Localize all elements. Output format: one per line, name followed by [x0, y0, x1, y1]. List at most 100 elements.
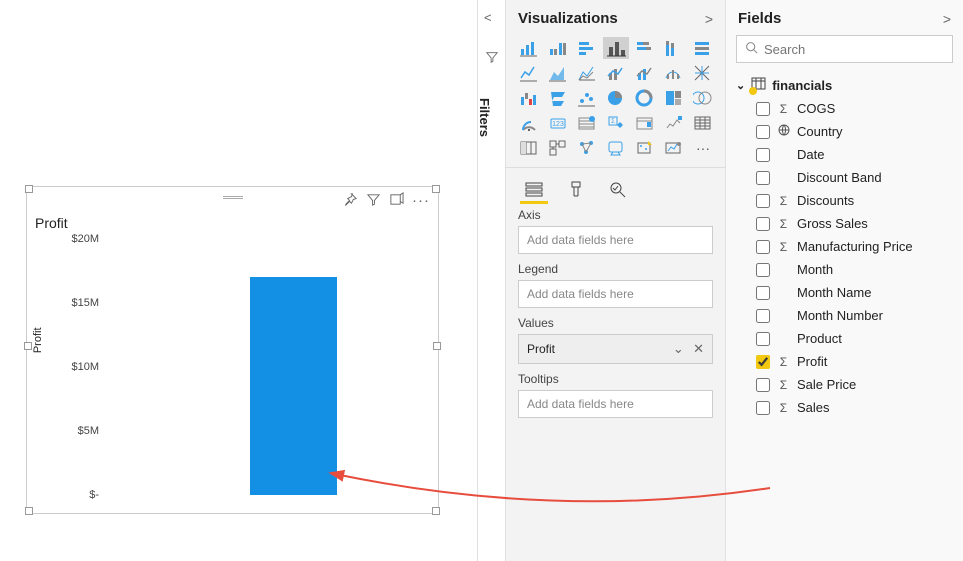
viz-type-21[interactable] — [516, 112, 542, 134]
collapse-fields-icon[interactable]: > — [943, 11, 951, 27]
field-sale-price[interactable]: ΣSale Price — [726, 373, 963, 396]
field-country[interactable]: Country — [726, 120, 963, 143]
fields-tab-icon[interactable] — [522, 178, 546, 200]
format-tab-icon[interactable] — [564, 178, 588, 200]
field-checkbox[interactable] — [756, 332, 770, 346]
field-month-number[interactable]: ·Month Number — [726, 304, 963, 327]
viz-type-23[interactable] — [574, 112, 600, 134]
viz-type-29[interactable] — [545, 137, 571, 159]
field-month[interactable]: ·Month — [726, 258, 963, 281]
field-checkbox[interactable] — [756, 194, 770, 208]
resize-handle-br[interactable] — [432, 507, 440, 515]
viz-type-11[interactable] — [632, 62, 658, 84]
viz-type-15[interactable] — [545, 87, 571, 109]
field-month-name[interactable]: ·Month Name — [726, 281, 963, 304]
resize-handle-bl[interactable] — [25, 507, 33, 515]
viz-type-27[interactable] — [690, 112, 716, 134]
viz-type-31[interactable] — [603, 137, 629, 159]
resize-handle-tl[interactable] — [25, 185, 33, 193]
viz-type-26[interactable] — [661, 112, 687, 134]
viz-type-7[interactable] — [516, 62, 542, 84]
viz-type-19[interactable] — [661, 87, 687, 109]
field-checkbox[interactable] — [756, 378, 770, 392]
viz-type-22[interactable]: 123 — [545, 112, 571, 134]
resize-handle-ml[interactable] — [24, 342, 32, 350]
viz-type-1[interactable] — [545, 37, 571, 59]
field-checkbox[interactable] — [756, 263, 770, 277]
viz-type-8[interactable] — [545, 62, 571, 84]
viz-more-icon[interactable]: ··· — [690, 137, 716, 159]
viz-type-6[interactable] — [690, 37, 716, 59]
field-sales[interactable]: ΣSales — [726, 396, 963, 419]
viz-type-13[interactable] — [690, 62, 716, 84]
remove-field-icon[interactable]: ✕ — [693, 341, 704, 356]
focus-mode-icon[interactable] — [389, 192, 404, 211]
field-checkbox[interactable] — [756, 355, 770, 369]
viz-type-12[interactable] — [661, 62, 687, 84]
filter-icon[interactable] — [366, 192, 381, 211]
viz-type-17[interactable] — [603, 87, 629, 109]
viz-type-10[interactable] — [603, 62, 629, 84]
field-gross-sales[interactable]: ΣGross Sales — [726, 212, 963, 235]
field-manufacturing-price[interactable]: ΣManufacturing Price — [726, 235, 963, 258]
field-checkbox[interactable] — [756, 148, 770, 162]
viz-type-14[interactable] — [516, 87, 542, 109]
field-checkbox[interactable] — [756, 309, 770, 323]
field-discounts[interactable]: ΣDiscounts — [726, 189, 963, 212]
viz-type-9[interactable] — [574, 62, 600, 84]
viz-type-32[interactable] — [632, 137, 658, 159]
values-well-item[interactable]: Profit — [527, 342, 555, 356]
fields-search[interactable] — [736, 35, 953, 63]
filter-clear-icon[interactable] — [485, 50, 499, 67]
resize-handle-tr[interactable] — [432, 185, 440, 193]
chart-visual[interactable]: ··· Profit Profit $20M $15M $10M $5M $- — [26, 186, 439, 514]
search-input[interactable] — [764, 42, 944, 57]
field-product[interactable]: ·Product — [726, 327, 963, 350]
field-profit[interactable]: ΣProfit — [726, 350, 963, 373]
viz-type-33[interactable] — [661, 137, 687, 159]
viz-type-18[interactable] — [632, 87, 658, 109]
viz-type-16[interactable] — [574, 87, 600, 109]
viz-type-4[interactable] — [632, 37, 658, 59]
pin-icon[interactable] — [343, 192, 358, 211]
field-checkbox[interactable] — [756, 286, 770, 300]
viz-type-2[interactable] — [574, 37, 600, 59]
field-checkbox[interactable] — [756, 125, 770, 139]
chevron-down-icon[interactable]: ⌄ — [673, 341, 684, 356]
field-name: Profit — [797, 354, 827, 369]
sigma-icon: Σ — [776, 102, 791, 116]
values-well[interactable]: Profit ⌄ ✕ — [518, 334, 713, 364]
expand-filters-icon[interactable]: < — [484, 10, 492, 25]
fields-pane: Fields > ⌄ financials ΣCOGSCountry·Date·… — [725, 0, 963, 561]
collapse-viz-icon[interactable]: > — [705, 11, 713, 27]
field-discount-band[interactable]: ·Discount Band — [726, 166, 963, 189]
field-name: Manufacturing Price — [797, 239, 913, 254]
field-checkbox[interactable] — [756, 171, 770, 185]
chart-bar[interactable] — [250, 277, 337, 495]
field-date[interactable]: ·Date — [726, 143, 963, 166]
viz-type-28[interactable] — [516, 137, 542, 159]
viz-type-30[interactable] — [574, 137, 600, 159]
report-canvas[interactable]: ··· Profit Profit $20M $15M $10M $5M $- — [0, 0, 470, 561]
field-cogs[interactable]: ΣCOGS — [726, 97, 963, 120]
move-grip-icon[interactable] — [223, 195, 243, 199]
field-checkbox[interactable] — [756, 102, 770, 116]
axis-well[interactable]: Add data fields here — [518, 226, 713, 254]
filters-pane-collapsed[interactable]: < Filters — [477, 0, 505, 561]
tooltips-well[interactable]: Add data fields here — [518, 390, 713, 418]
table-header[interactable]: ⌄ financials — [726, 73, 963, 97]
viz-type-3[interactable] — [603, 37, 629, 59]
resize-handle-mr[interactable] — [433, 342, 441, 350]
legend-well[interactable]: Add data fields here — [518, 280, 713, 308]
more-options-icon[interactable]: ··· — [412, 192, 430, 211]
field-checkbox[interactable] — [756, 401, 770, 415]
viz-type-5[interactable] — [661, 37, 687, 59]
viz-type-25[interactable] — [632, 112, 658, 134]
field-checkbox[interactable] — [756, 240, 770, 254]
viz-type-0[interactable] — [516, 37, 542, 59]
table-name: financials — [772, 78, 832, 93]
analytics-tab-icon[interactable] — [606, 178, 630, 200]
viz-type-24[interactable]: Σ — [603, 112, 629, 134]
viz-type-20[interactable] — [690, 87, 716, 109]
field-checkbox[interactable] — [756, 217, 770, 231]
